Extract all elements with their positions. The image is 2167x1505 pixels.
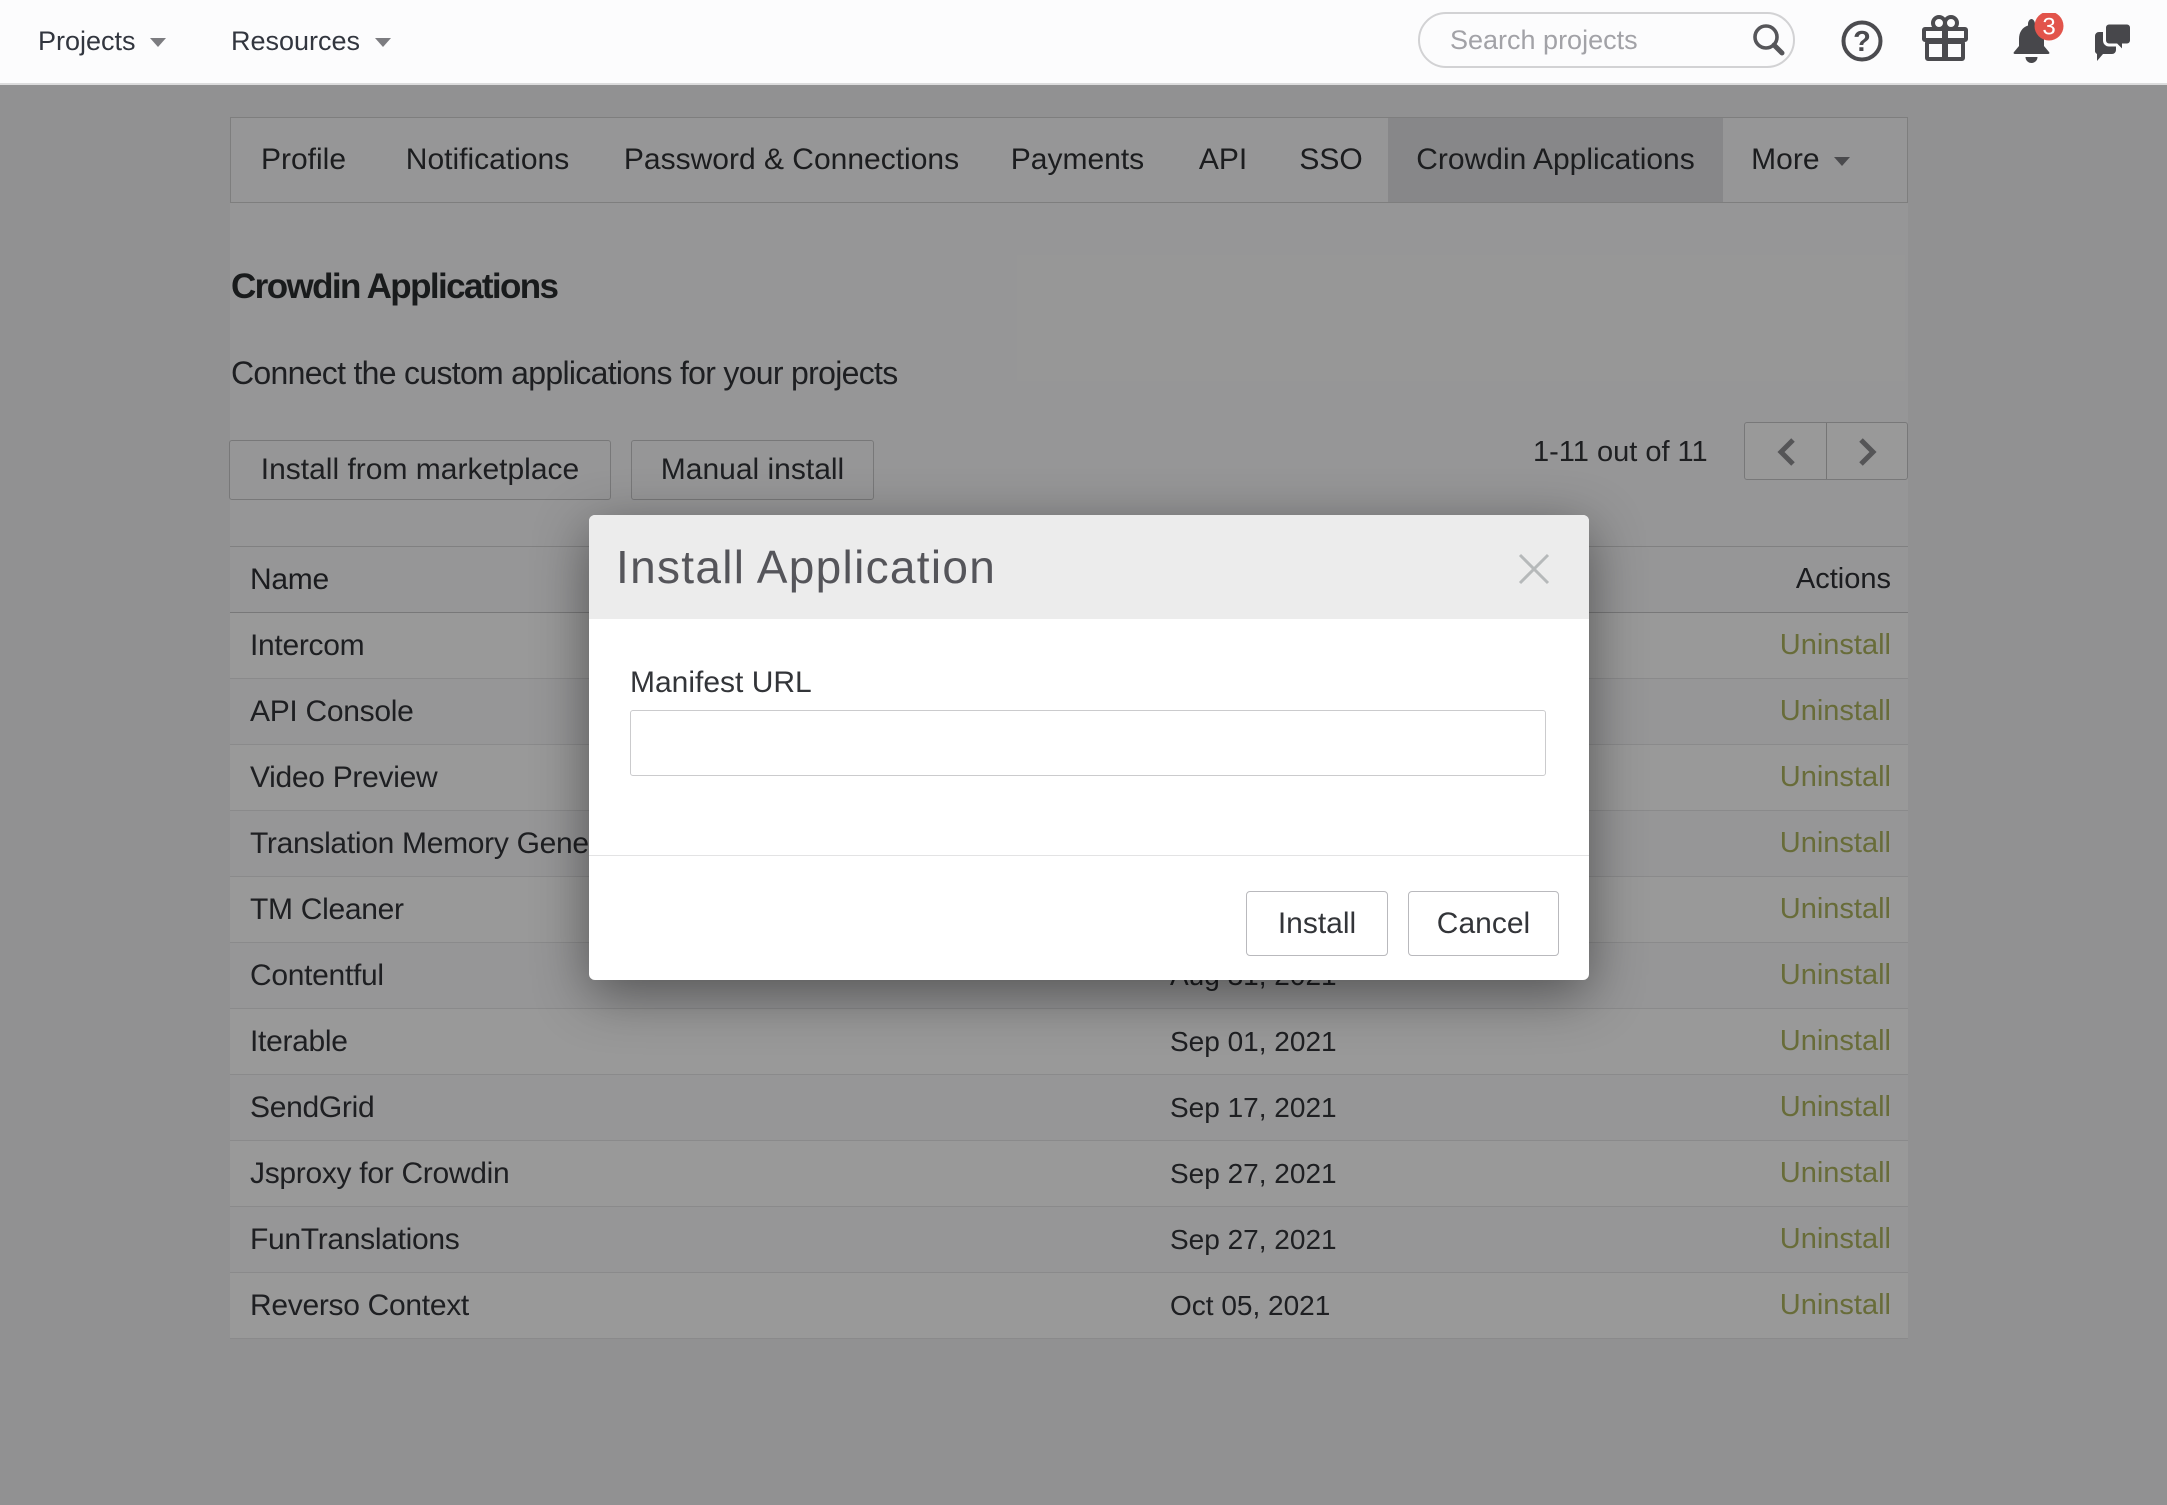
- svg-text:?: ?: [1853, 26, 1871, 58]
- svg-text:3: 3: [2042, 14, 2055, 41]
